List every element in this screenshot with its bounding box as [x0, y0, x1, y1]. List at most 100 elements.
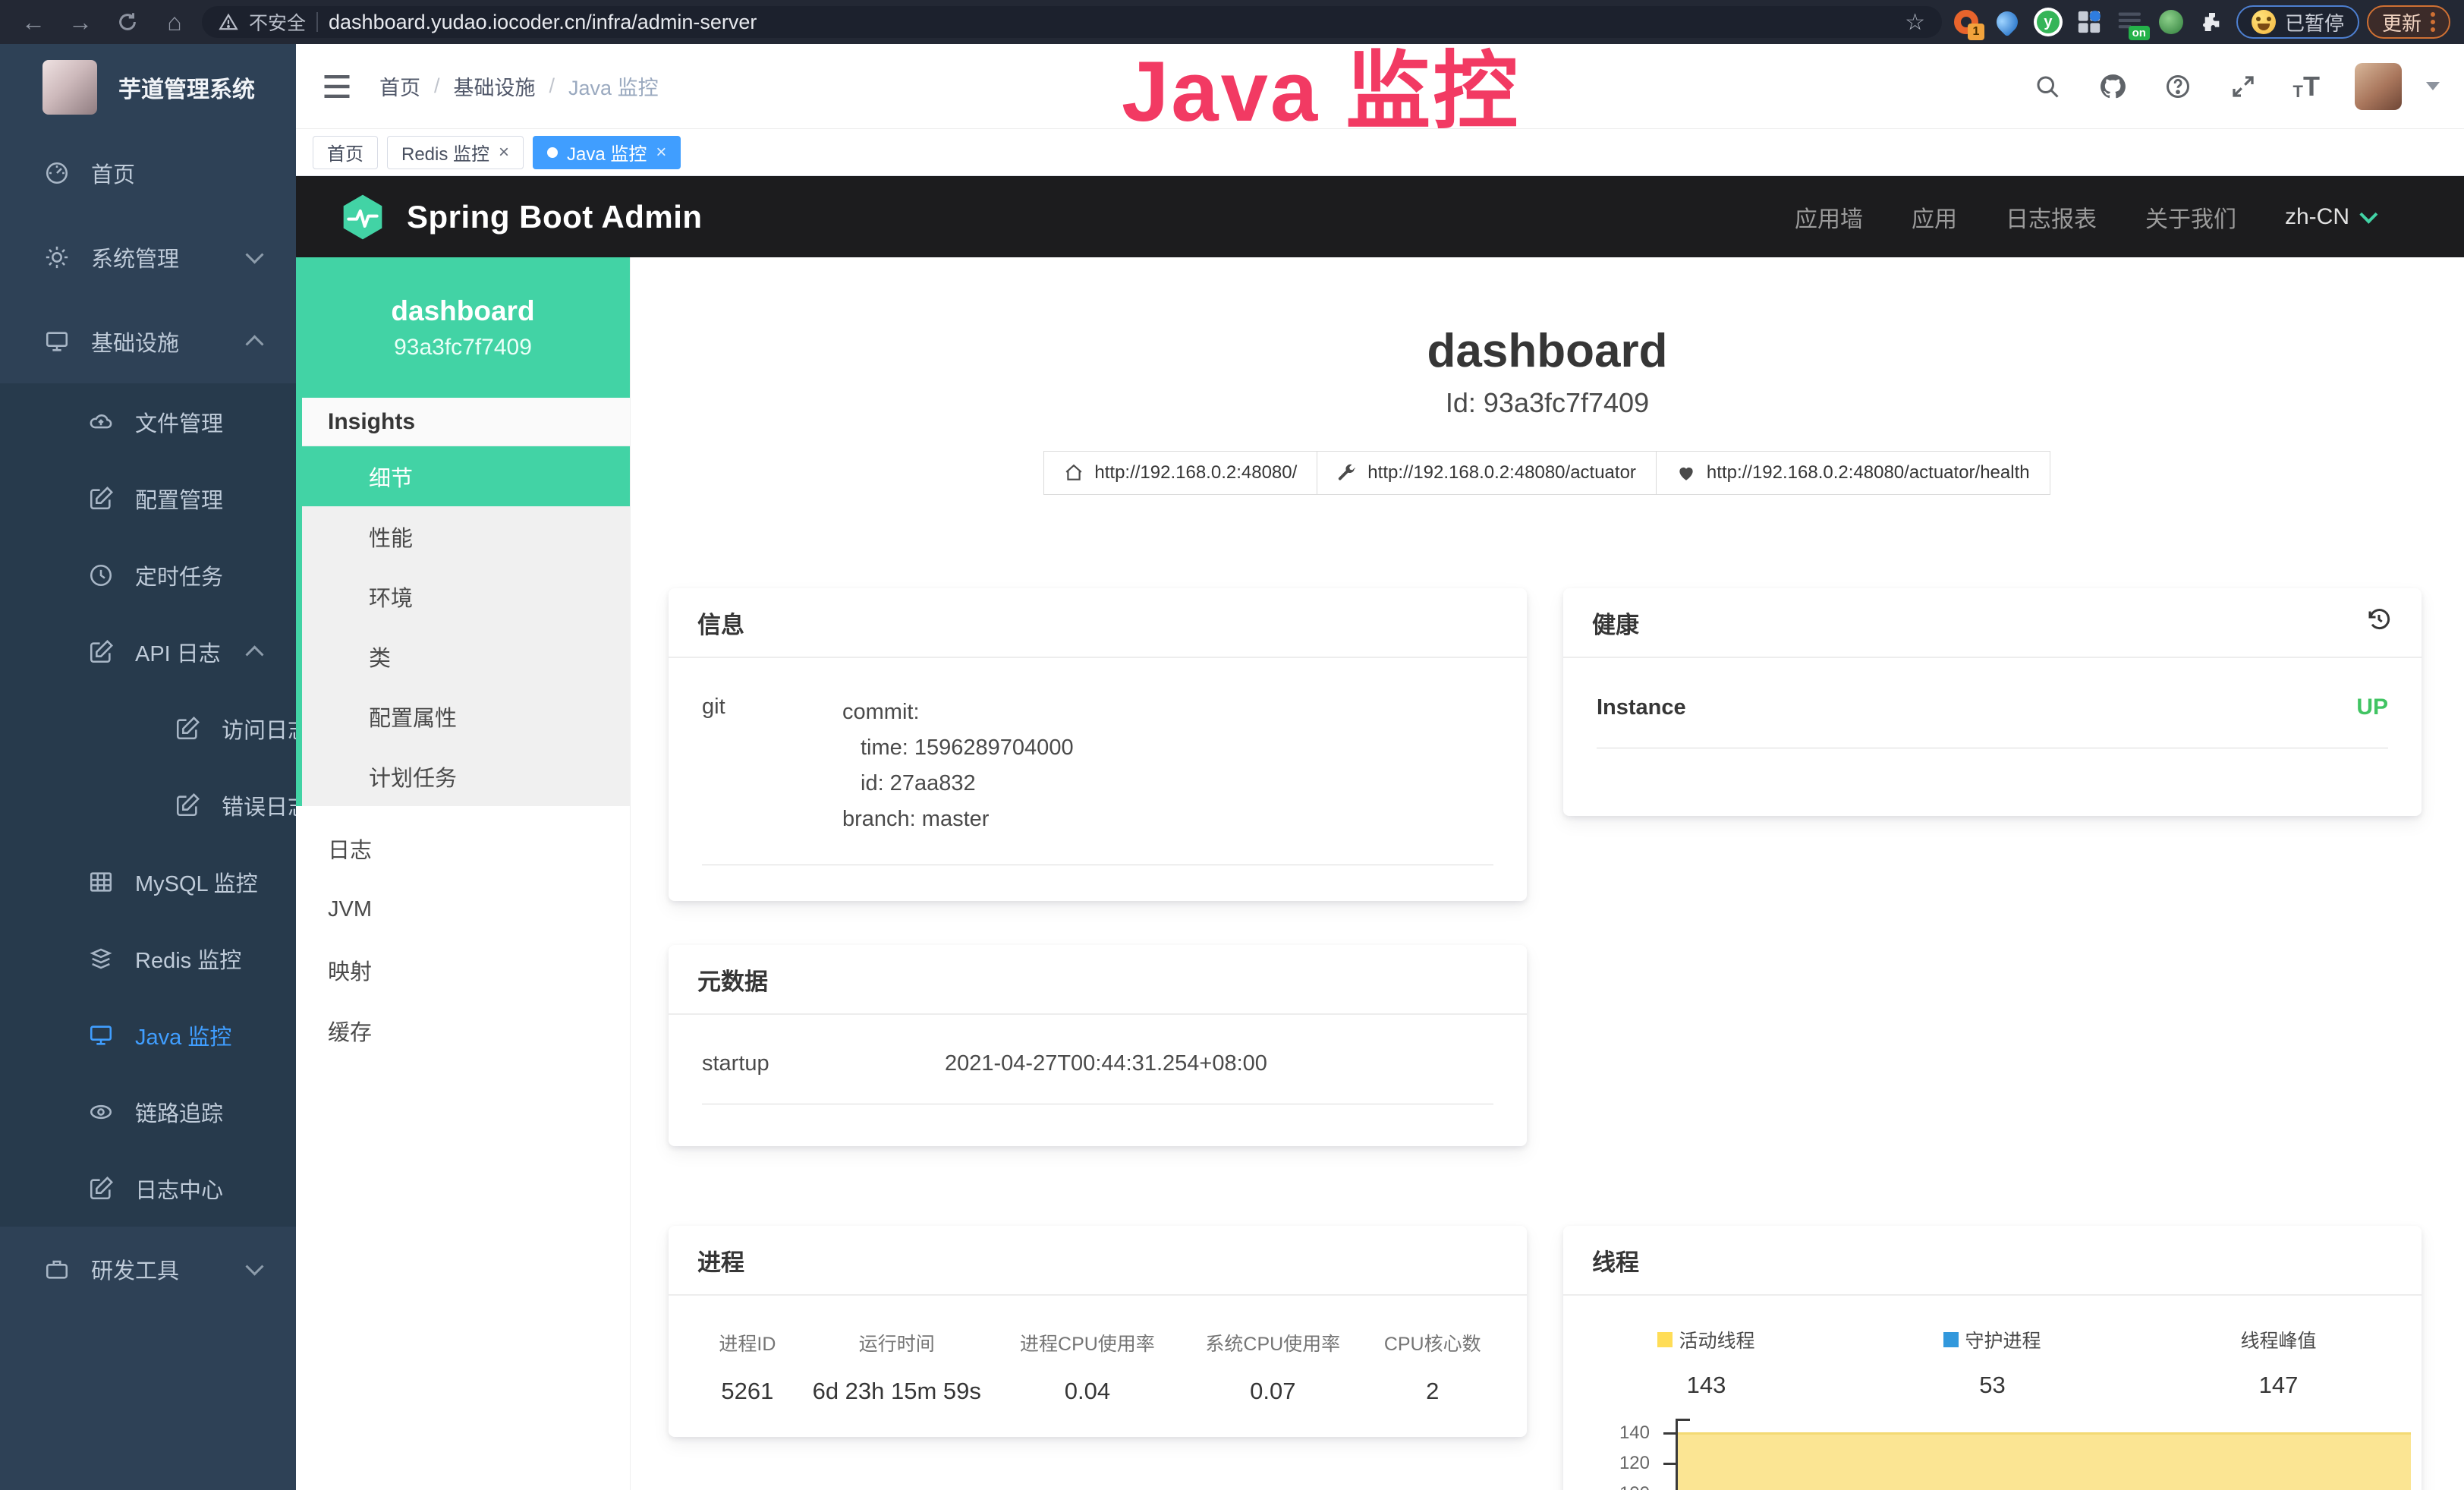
screen: ← → ⌂ 不安全 dashboard.yudao.iocoder.cn/inf… [0, 0, 2464, 1490]
sidebar-item-access-log[interactable]: 访问日志 [0, 690, 296, 767]
omnibox-divider [316, 12, 318, 32]
app-title: 芋道管理系统 [118, 71, 255, 104]
insight-item-env[interactable]: 环境 [302, 566, 630, 626]
sidebar-item-api-log[interactable]: API 日志 [0, 613, 296, 690]
sba-nav-journal[interactable]: 日志报表 [2006, 200, 2097, 234]
close-icon[interactable]: × [499, 143, 509, 162]
sidebar-item-mysql[interactable]: MySQL 监控 [0, 843, 296, 920]
sidebar-item-label: 文件管理 [135, 406, 223, 438]
table-icon [88, 869, 114, 895]
sba-brand[interactable]: Spring Boot Admin [338, 193, 703, 241]
reload-icon[interactable] [108, 5, 147, 39]
heart-icon [1676, 463, 1696, 483]
info-row-value: commit: time: 1596289704000 id: 27aa832 … [842, 695, 1074, 837]
sba-nav-about[interactable]: 关于我们 [2145, 200, 2236, 234]
github-icon[interactable] [2097, 71, 2128, 102]
sidebar-submenu: 文件管理 配置管理 定时任务 API 日志 [0, 383, 296, 1227]
fullscreen-icon[interactable] [2228, 71, 2258, 102]
breadcrumb-infra[interactable]: 基础设施 [454, 71, 536, 101]
home-icon[interactable]: ⌂ [155, 5, 194, 39]
insight-item-classes[interactable]: 类 [302, 626, 630, 686]
extension-avatar-icon[interactable] [2154, 5, 2188, 39]
wrench-icon [1337, 463, 1357, 483]
insights-group: Insights 细节 性能 环境 类 配置属性 计划任务 [296, 398, 630, 806]
forward-icon[interactable]: → [61, 5, 100, 39]
menu-item-caches[interactable]: 缓存 [296, 1000, 630, 1061]
insight-item-metrics[interactable]: 性能 [302, 506, 630, 566]
health-url-link[interactable]: http://192.168.0.2:48080/actuator/health [1656, 451, 2050, 495]
browser-menu-icon[interactable] [2431, 12, 2435, 32]
help-icon[interactable] [2163, 71, 2193, 102]
edit-icon [88, 639, 114, 665]
sidebar-item-redis[interactable]: Redis 监控 [0, 920, 296, 997]
tab-label: Redis 监控 [401, 139, 489, 165]
info-row-label: git [702, 695, 842, 837]
extension-y-icon[interactable]: y [2031, 5, 2065, 39]
back-icon[interactable]: ← [14, 5, 53, 39]
app-logo-row[interactable]: 芋道管理系统 [0, 44, 296, 131]
chevron-down-icon [2359, 206, 2377, 224]
address-bar[interactable]: 不安全 dashboard.yudao.iocoder.cn/infra/adm… [202, 6, 1942, 38]
close-icon[interactable]: × [656, 143, 666, 162]
pin-icon [1992, 7, 2022, 37]
sidebar-item-error-log[interactable]: 错误日志 [0, 767, 296, 843]
user-avatar[interactable] [2355, 63, 2402, 110]
service-url-link[interactable]: http://192.168.0.2:48080/ [1043, 451, 1317, 495]
paused-label: 已暂停 [2285, 8, 2344, 36]
insight-item-scheduled[interactable]: 计划任务 [302, 746, 630, 806]
sidebar-item-infra[interactable]: 基础设施 [0, 299, 296, 383]
active-dot-icon [547, 147, 558, 158]
edit-icon [88, 1176, 114, 1202]
tab-redis[interactable]: Redis 监控 × [387, 136, 524, 169]
sidebar-item-files[interactable]: 文件管理 [0, 383, 296, 460]
extension-pin-icon[interactable] [1990, 5, 2024, 39]
hamburger-icon[interactable] [320, 70, 354, 103]
sidebar-item-label: 定时任务 [135, 559, 223, 591]
health-history-icon[interactable] [2365, 606, 2393, 639]
extension-grid-icon[interactable] [2072, 5, 2106, 39]
insight-item-configprops[interactable]: 配置属性 [302, 686, 630, 746]
monitor-icon [88, 1022, 114, 1048]
metadata-startup-row: startup 2021-04-27T00:44:31.254+08:00 [702, 1051, 1493, 1104]
menu-item-mappings[interactable]: 映射 [296, 940, 630, 1000]
extension-c-icon[interactable]: 1 [1949, 5, 1983, 39]
menu-item-jvm[interactable]: JVM [296, 879, 630, 940]
threads-legend: 活动线程 守护进程 线程峰值 143 53 147 [1563, 1296, 2422, 1399]
sba-nav-applications[interactable]: 应用 [1912, 200, 1957, 234]
search-icon[interactable] [2032, 71, 2063, 102]
tab-java[interactable]: Java 监控 × [533, 136, 681, 169]
gauge-icon [44, 160, 70, 186]
sidebar-item-system[interactable]: 系统管理 [0, 215, 296, 299]
menu-item-logs[interactable]: 日志 [296, 818, 630, 879]
legend-peak-threads: 线程峰值 [2135, 1326, 2422, 1353]
sidebar-item-label: Redis 监控 [135, 943, 241, 975]
header-actions: TT [2032, 63, 2440, 110]
avatar-caret-icon[interactable] [2426, 82, 2440, 90]
sidebar-item-home[interactable]: 首页 [0, 131, 296, 215]
profile-paused-pill[interactable]: 已暂停 [2236, 5, 2359, 39]
update-button[interactable]: 更新 [2367, 5, 2450, 39]
sidebar-item-trace[interactable]: 链路追踪 [0, 1073, 296, 1150]
sba-nav-wallboard[interactable]: 应用墙 [1795, 200, 1863, 234]
chevron-down-icon [245, 1257, 263, 1275]
insight-item-details[interactable]: 细节 [302, 446, 630, 506]
extensions-puzzle-icon[interactable] [2195, 5, 2229, 39]
bookmark-star-icon[interactable]: ☆ [1905, 9, 1925, 36]
font-size-icon[interactable]: TT [2293, 73, 2320, 100]
sba-locale-select[interactable]: zh-CN [2285, 204, 2373, 230]
git-branch-line: branch: master [842, 802, 1074, 837]
sidebar-item-dev-tools[interactable]: 研发工具 [0, 1227, 296, 1311]
legend-label: 守护进程 [1965, 1326, 2041, 1353]
sidebar-item-java[interactable]: Java 监控 [0, 997, 296, 1073]
sidebar-item-config[interactable]: 配置管理 [0, 460, 296, 537]
actuator-url-link[interactable]: http://192.168.0.2:48080/actuator [1317, 451, 1657, 495]
extension-list-icon[interactable]: on [2113, 5, 2147, 39]
tab-home[interactable]: 首页 [313, 136, 378, 169]
sidebar-item-label: 配置管理 [135, 483, 223, 515]
insights-section-label: Insights [302, 398, 630, 446]
breadcrumb-home[interactable]: 首页 [379, 71, 420, 101]
url-text[interactable]: dashboard.yudao.iocoder.cn/infra/admin-s… [329, 11, 757, 34]
sidebar-item-jobs[interactable]: 定时任务 [0, 537, 296, 613]
sidebar-item-log-center[interactable]: 日志中心 [0, 1150, 296, 1227]
main-column: 首页 / 基础设施 / Java 监控 [296, 44, 2464, 1490]
